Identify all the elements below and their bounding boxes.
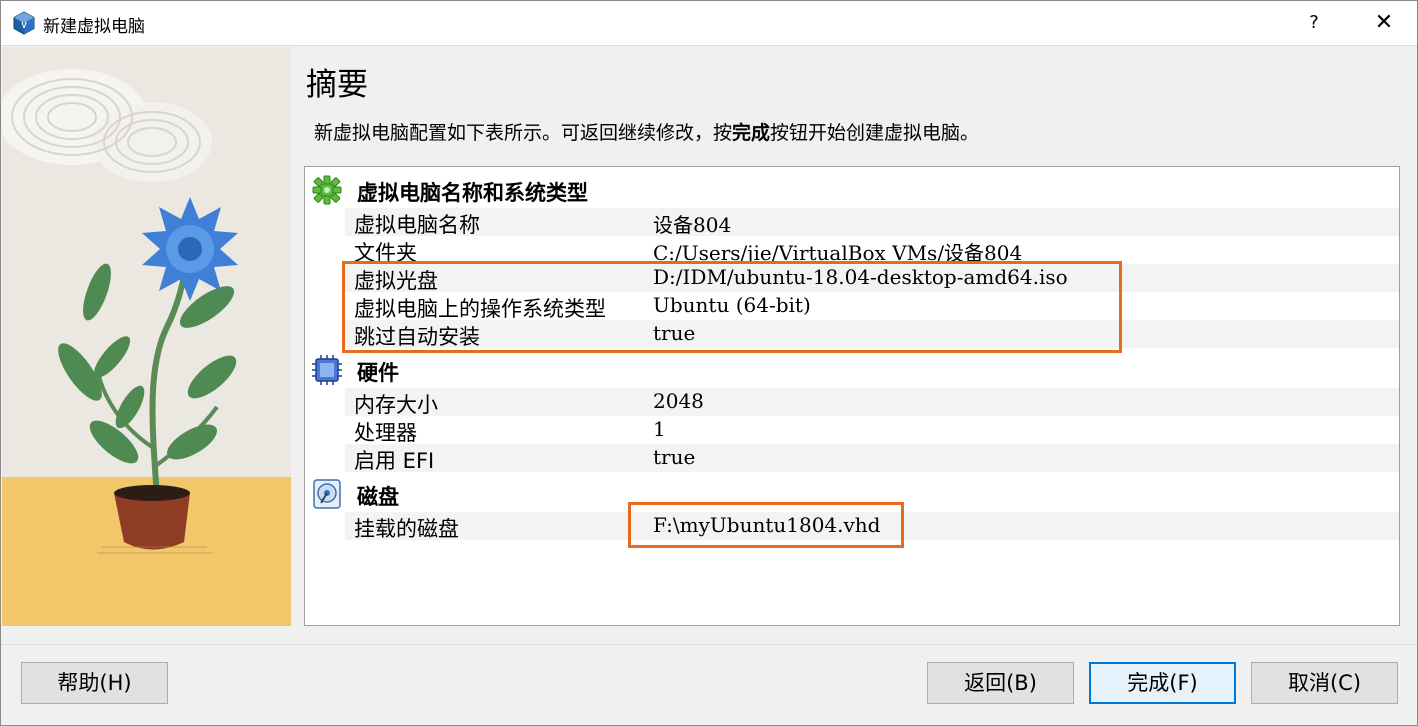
virtualbox-icon: V [13,11,35,35]
window-title: 新建虚拟电脑 [43,17,145,37]
row-value: 设备804 [653,213,732,237]
row-key: 启用 EFI [354,449,435,473]
table-row: 挂载的磁盘 F:\myUbuntu1804.vhd [345,512,1399,541]
row-value: D:/IDM/ubuntu-18.04-desktop-amd64.iso [653,265,1068,289]
cancel-button[interactable]: 取消(C) [1251,662,1398,704]
row-key: 虚拟电脑名称 [354,213,480,237]
row-key: 虚拟电脑上的操作系统类型 [354,297,606,321]
dialog-window: V 新建虚拟电脑 ? ✕ 摘要 新虚拟电脑配置如下表所示。可返回继续修改，按完成… [0,0,1418,726]
close-button[interactable]: ✕ [1367,7,1401,39]
green-gear-icon [312,175,342,205]
section-general-title: 虚拟电脑名称和系统类型 [357,181,588,205]
description-text-end: 按钮开始创建虚拟电脑。 [770,122,980,144]
section-hardware: 硬件 [305,351,1399,387]
svg-text:V: V [21,21,27,30]
description-finish-emphasis: 完成 [732,122,771,144]
table-row: 内存大小 2048 [345,388,1399,417]
page-description: 新虚拟电脑配置如下表所示。可返回继续修改，按完成按钮开始创建虚拟电脑。 [314,118,979,145]
summary-tree[interactable]: 虚拟电脑名称和系统类型 虚拟电脑名称 设备804 文件夹 C:/Users/ji… [304,166,1400,626]
row-value: true [653,445,696,469]
flower-pot-illustration [2,47,291,626]
row-key: 跳过自动安装 [354,325,480,349]
row-key: 虚拟光盘 [354,269,438,293]
table-row: 虚拟电脑名称 设备804 [345,208,1399,237]
row-key: 处理器 [354,421,417,445]
row-key: 内存大小 [354,393,438,417]
row-value: F:\myUbuntu1804.vhd [653,513,881,537]
back-button[interactable]: 返回(B) [927,662,1074,704]
row-value: 1 [653,417,666,441]
row-value: 2048 [653,389,704,413]
row-value: C:/Users/jie/VirtualBox VMs/设备804 [653,241,1023,265]
divider [1,644,1417,645]
chip-icon [312,355,342,385]
help-button[interactable]: 帮助(H) [21,662,168,704]
section-general: 虚拟电脑名称和系统类型 [305,171,1399,207]
section-disk-title: 磁盘 [357,485,399,509]
row-key: 挂载的磁盘 [354,517,459,541]
table-row: 文件夹 C:/Users/jie/VirtualBox VMs/设备804 [345,236,1399,265]
wizard-illustration [2,47,291,626]
help-title-button[interactable]: ? [1297,7,1331,39]
table-row: 虚拟光盘 D:/IDM/ubuntu-18.04-desktop-amd64.i… [345,264,1399,293]
finish-button[interactable]: 完成(F) [1089,662,1236,704]
title-bar: V 新建虚拟电脑 ? ✕ [1,1,1417,46]
section-disk: 磁盘 [305,475,1399,511]
table-row: 启用 EFI true [345,444,1399,473]
section-hardware-title: 硬件 [357,361,399,385]
table-row: 虚拟电脑上的操作系统类型 Ubuntu (64-bit) [345,292,1399,321]
page-title: 摘要 [306,67,368,103]
row-value: Ubuntu (64-bit) [653,293,811,317]
hard-disk-icon [313,479,341,509]
table-row: 处理器 1 [345,416,1399,445]
description-text: 新虚拟电脑配置如下表所示。可返回继续修改，按 [314,122,733,144]
row-value: true [653,321,696,345]
row-key: 文件夹 [354,241,417,265]
table-row: 跳过自动安装 true [345,320,1399,349]
